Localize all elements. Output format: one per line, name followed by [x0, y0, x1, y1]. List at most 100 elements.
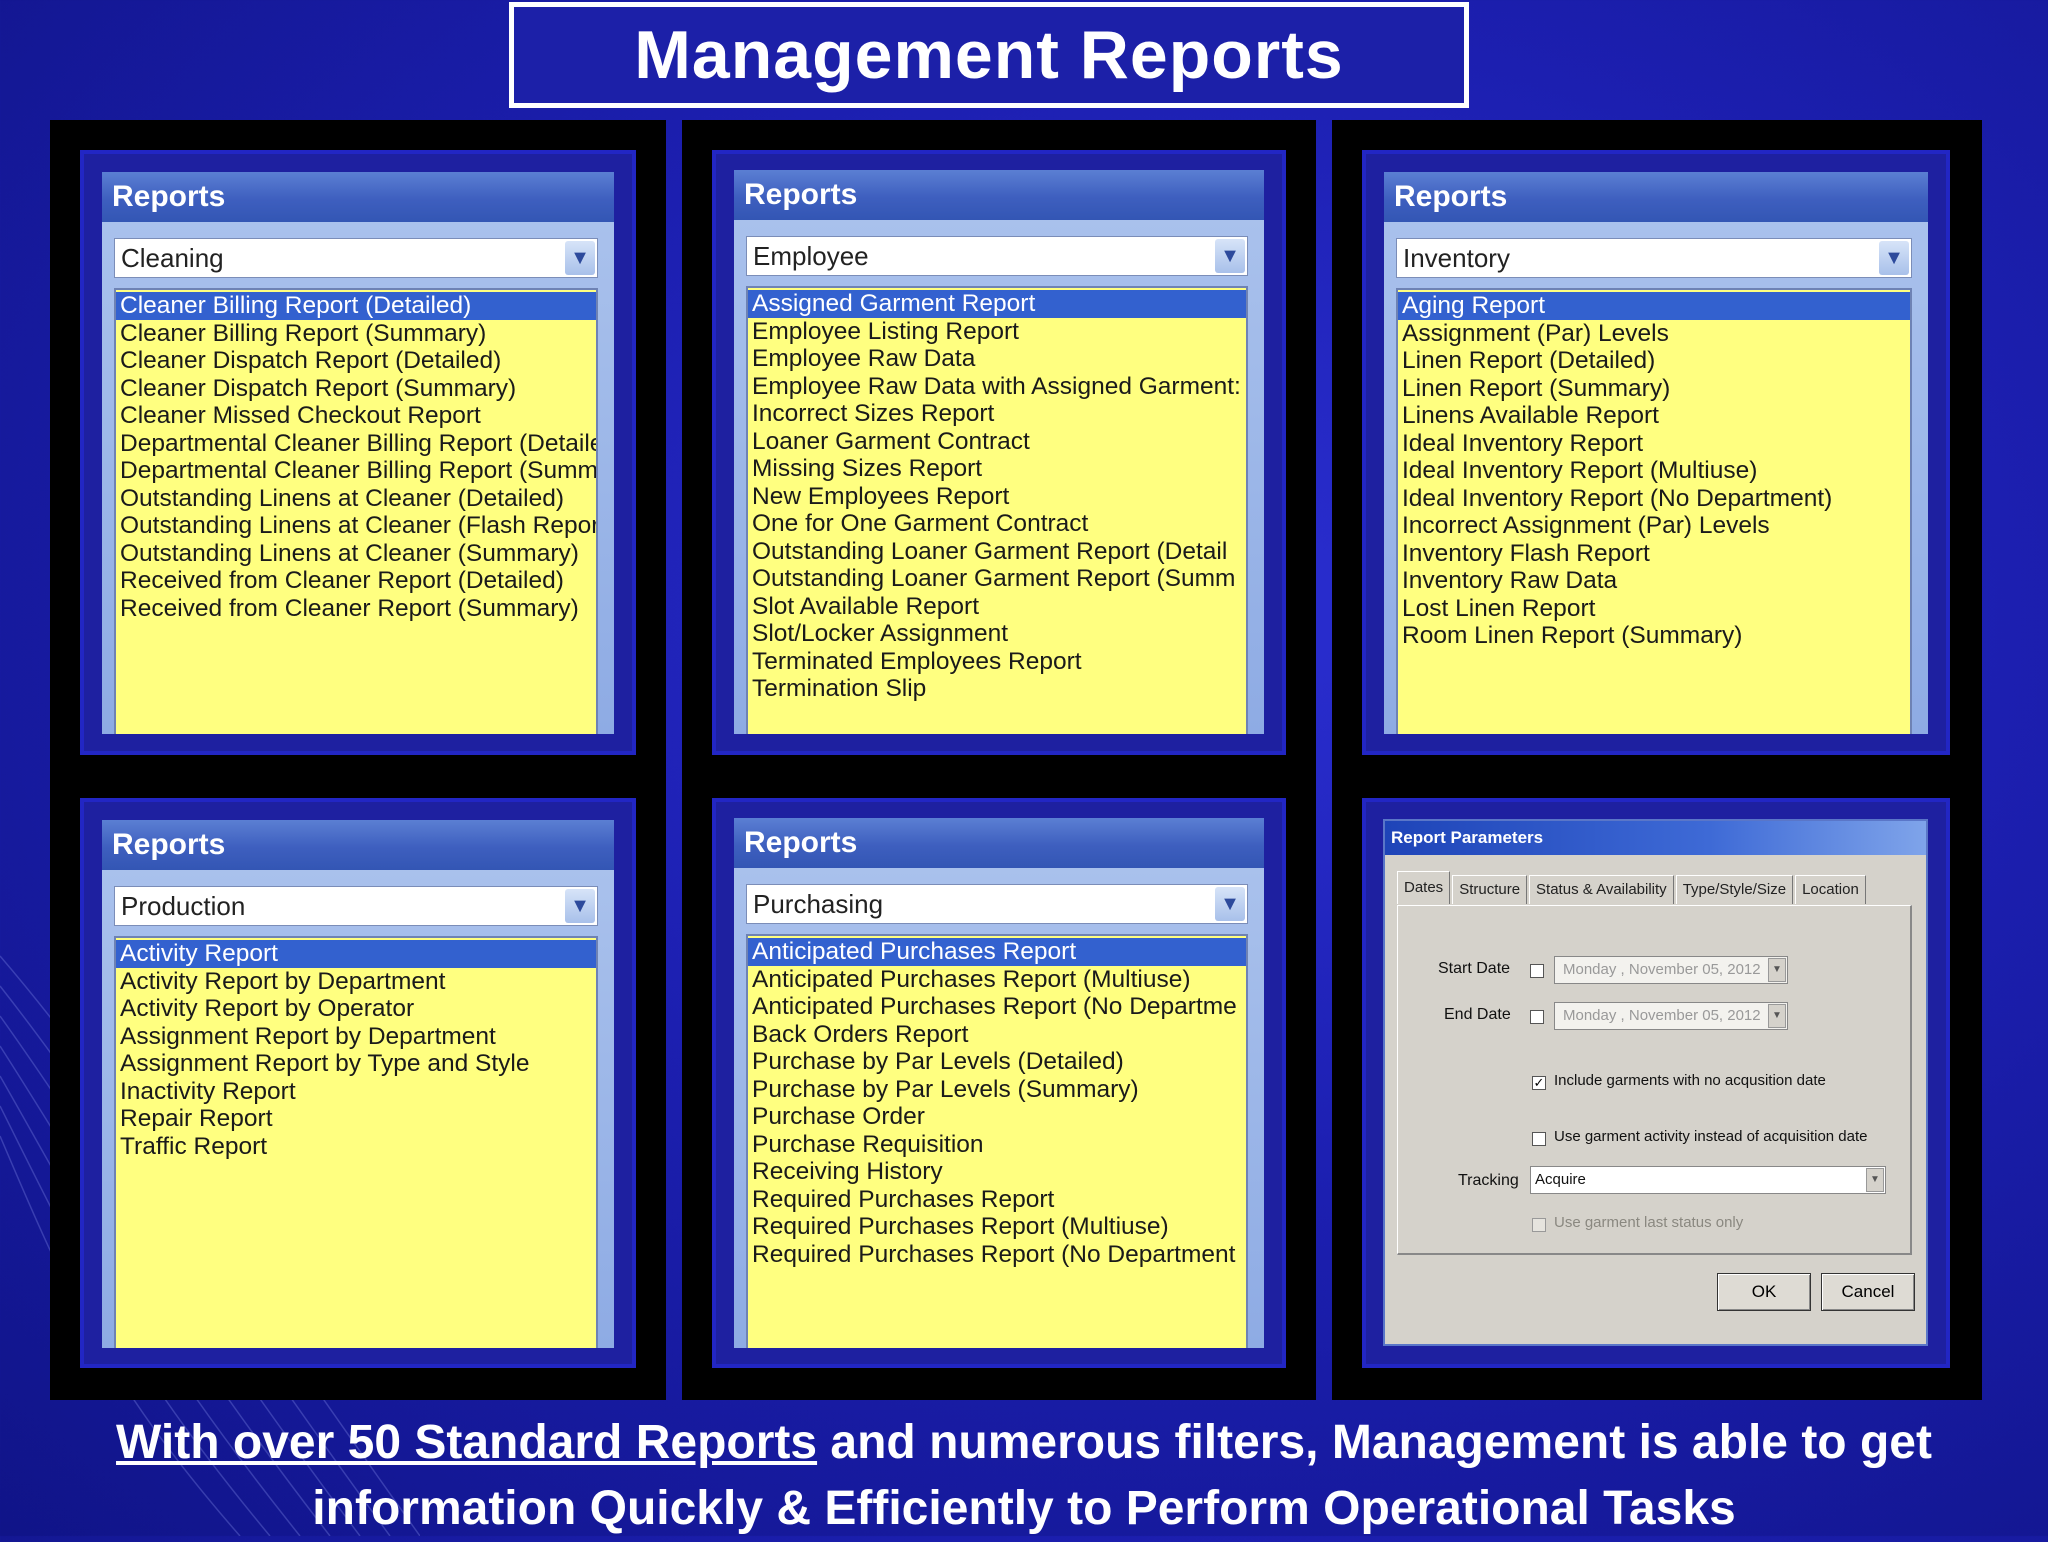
tab-structure[interactable]: Structure [1452, 875, 1528, 904]
chevron-down-icon[interactable]: ▼ [1215, 887, 1245, 921]
report-list-item[interactable]: Anticipated Purchases Report [748, 938, 1246, 966]
report-list-item[interactable]: Linen Report (Detailed) [1398, 347, 1910, 375]
report-list-item[interactable]: Outstanding Linens at Cleaner (Flash Rep… [116, 512, 596, 540]
use-activity-label: Use garment activity instead of acquisit… [1554, 1128, 1868, 1145]
report-list-item[interactable]: Assignment (Par) Levels [1398, 320, 1910, 348]
report-list-item[interactable]: Loaner Garment Contract [748, 428, 1246, 456]
report-list-item[interactable]: Incorrect Sizes Report [748, 400, 1246, 428]
dropdown-arrow-icon[interactable]: ▼ [1768, 1004, 1786, 1028]
chevron-down-icon[interactable]: ▼ [565, 241, 595, 275]
category-select[interactable]: Employee ▼ [746, 236, 1248, 276]
end-date-picker[interactable]: Monday , November 05, 2012 ▼ [1554, 1002, 1788, 1030]
report-list-item[interactable]: One for One Garment Contract [748, 510, 1246, 538]
report-list-item[interactable]: Departmental Cleaner Billing Report (Det… [116, 430, 596, 458]
category-select[interactable]: Inventory ▼ [1396, 238, 1912, 278]
category-select[interactable]: Cleaning ▼ [114, 238, 598, 278]
report-list-item[interactable]: Employee Listing Report [748, 318, 1246, 346]
chevron-down-icon[interactable]: ▼ [565, 889, 595, 923]
window-body: Purchasing ▼ Anticipated Purchases Repor… [734, 868, 1264, 1348]
report-list-item[interactable]: Receiving History [748, 1158, 1246, 1186]
dropdown-arrow-icon[interactable]: ▼ [1768, 958, 1786, 982]
report-list-item[interactable]: Inventory Raw Data [1398, 567, 1910, 595]
report-list-item[interactable]: Traffic Report [116, 1133, 596, 1161]
report-list-item[interactable]: Activity Report by Operator [116, 995, 596, 1023]
report-list-item[interactable]: Purchase Requisition [748, 1131, 1246, 1159]
report-list-item[interactable]: Anticipated Purchases Report (Multiuse) [748, 966, 1246, 994]
report-list-item[interactable]: Slot Available Report [748, 593, 1246, 621]
report-list-item[interactable]: Employee Raw Data [748, 345, 1246, 373]
report-list-item[interactable]: Inactivity Report [116, 1078, 596, 1106]
last-status-checkbox[interactable] [1532, 1218, 1546, 1232]
report-list-item[interactable]: Required Purchases Report (No Department [748, 1241, 1246, 1269]
report-list-item[interactable]: Departmental Cleaner Billing Report (Sum… [116, 457, 596, 485]
report-list-item[interactable]: Incorrect Assignment (Par) Levels [1398, 512, 1910, 540]
tab-status-availability[interactable]: Status & Availability [1529, 875, 1674, 904]
start-date-checkbox[interactable] [1530, 964, 1544, 978]
report-list-item[interactable]: Assigned Garment Report [748, 290, 1246, 318]
report-list-item[interactable]: Room Linen Report (Summary) [1398, 622, 1910, 650]
report-list-item[interactable]: Employee Raw Data with Assigned Garment: [748, 373, 1246, 401]
report-list-item[interactable]: Cleaner Dispatch Report (Summary) [116, 375, 596, 403]
include-no-acquisition-checkbox[interactable]: ✓ [1532, 1076, 1546, 1090]
report-list: Activity Report Activity Report by Depart… [114, 936, 598, 1348]
category-select[interactable]: Production ▼ [114, 886, 598, 926]
cancel-button[interactable]: Cancel [1821, 1273, 1915, 1311]
report-list-item[interactable]: Assignment Report by Department [116, 1023, 596, 1051]
report-list-item[interactable]: Outstanding Linens at Cleaner (Summary) [116, 540, 596, 568]
report-list-item[interactable]: Anticipated Purchases Report (No Departm… [748, 993, 1246, 1021]
report-list-item[interactable]: Purchase by Par Levels (Summary) [748, 1076, 1246, 1104]
report-list-item[interactable]: Received from Cleaner Report (Summary) [116, 595, 596, 623]
tab-type-style-size[interactable]: Type/Style/Size [1675, 875, 1794, 904]
report-list-item[interactable]: Cleaner Billing Report (Detailed) [116, 292, 596, 320]
report-list-item[interactable]: Ideal Inventory Report [1398, 430, 1910, 458]
report-list-item[interactable]: Assignment Report by Type and Style [116, 1050, 596, 1078]
report-list-item[interactable]: Inventory Flash Report [1398, 540, 1910, 568]
reports-header: Reports [102, 172, 614, 222]
category-value: Employee [753, 241, 869, 271]
report-list-item[interactable]: Aging Report [1398, 292, 1910, 320]
tracking-select[interactable]: Acquire ▼ [1530, 1166, 1886, 1194]
report-list-item[interactable]: Termination Slip [748, 675, 1246, 703]
report-list-item[interactable]: Required Purchases Report (Multiuse) [748, 1213, 1246, 1241]
report-list-item[interactable]: Ideal Inventory Report (No Department) [1398, 485, 1910, 513]
tab-dates[interactable]: Dates [1397, 871, 1451, 904]
reports-window-purchasing: Reports Purchasing ▼ Anticipated Purchas… [734, 818, 1264, 1348]
report-list-item[interactable]: Ideal Inventory Report (Multiuse) [1398, 457, 1910, 485]
report-list-item[interactable]: Activity Report [116, 940, 596, 968]
report-list-item[interactable]: Terminated Employees Report [748, 648, 1246, 676]
window-body: Inventory ▼ Aging Report Assignment (Par)… [1384, 222, 1928, 734]
report-list-item[interactable]: Back Orders Report [748, 1021, 1246, 1049]
end-date-value: Monday , November 05, 2012 [1563, 1007, 1761, 1024]
report-list-item[interactable]: Missing Sizes Report [748, 455, 1246, 483]
report-list-item[interactable]: New Employees Report [748, 483, 1246, 511]
dialog-title: Report Parameters [1385, 821, 1926, 855]
report-list-item[interactable]: Cleaner Dispatch Report (Detailed) [116, 347, 596, 375]
report-list-item[interactable]: Lost Linen Report [1398, 595, 1910, 623]
page-title: Management Reports [634, 17, 1344, 93]
report-list-item[interactable]: Linen Report (Summary) [1398, 375, 1910, 403]
chevron-down-icon[interactable]: ▼ [1879, 241, 1909, 275]
ok-button[interactable]: OK [1717, 1273, 1811, 1311]
reports-header: Reports [734, 818, 1264, 868]
use-activity-checkbox[interactable] [1532, 1132, 1546, 1146]
chevron-down-icon[interactable]: ▼ [1215, 239, 1245, 273]
report-list-item[interactable]: Linens Available Report [1398, 402, 1910, 430]
report-list-item[interactable]: Purchase by Par Levels (Detailed) [748, 1048, 1246, 1076]
report-list-item[interactable]: Outstanding Loaner Garment Report (Summ [748, 565, 1246, 593]
report-list-item[interactable]: Cleaner Missed Checkout Report [116, 402, 596, 430]
report-list-item[interactable]: Repair Report [116, 1105, 596, 1133]
report-list-item[interactable]: Cleaner Billing Report (Summary) [116, 320, 596, 348]
tab-location[interactable]: Location [1795, 875, 1866, 904]
report-list-item[interactable]: Required Purchases Report [748, 1186, 1246, 1214]
report-list-item[interactable]: Outstanding Linens at Cleaner (Detailed) [116, 485, 596, 513]
start-date-value: Monday , November 05, 2012 [1563, 961, 1761, 978]
report-list-item[interactable]: Outstanding Loaner Garment Report (Detai… [748, 538, 1246, 566]
category-select[interactable]: Purchasing ▼ [746, 884, 1248, 924]
start-date-picker[interactable]: Monday , November 05, 2012 ▼ [1554, 956, 1788, 984]
report-list-item[interactable]: Activity Report by Department [116, 968, 596, 996]
report-list-item[interactable]: Purchase Order [748, 1103, 1246, 1131]
dropdown-arrow-icon[interactable]: ▼ [1866, 1168, 1884, 1192]
end-date-checkbox[interactable] [1530, 1010, 1544, 1024]
report-list-item[interactable]: Slot/Locker Assignment [748, 620, 1246, 648]
report-list-item[interactable]: Received from Cleaner Report (Detailed) [116, 567, 596, 595]
